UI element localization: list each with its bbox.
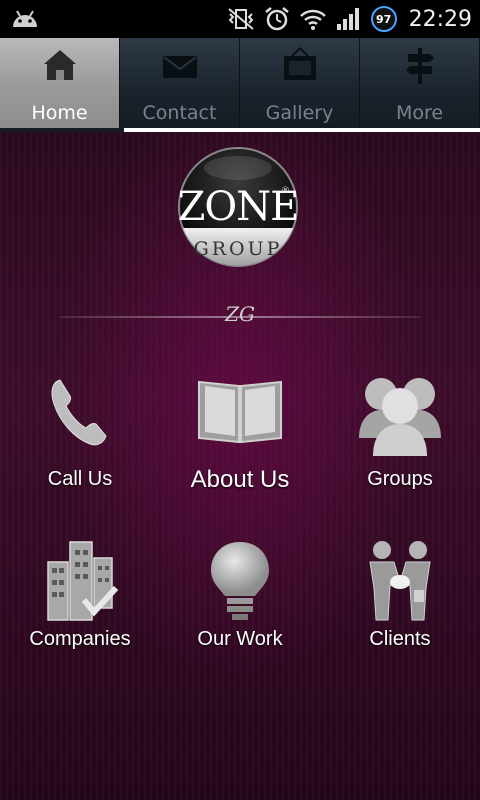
tab-gallery-label: Gallery	[265, 102, 334, 124]
buildings-check-icon	[47, 541, 119, 621]
zg-monogram: ZG	[225, 302, 255, 326]
clients-button[interactable]: Clients	[320, 538, 480, 651]
tab-contact[interactable]: Contact	[120, 38, 240, 128]
tab-gallery[interactable]: Gallery	[240, 38, 360, 128]
zone-group-logo: ZONE ® GROUP	[177, 146, 299, 268]
tab-more[interactable]: More	[360, 38, 480, 128]
logo-text-group: GROUP	[193, 238, 283, 260]
tab-contact-label: Contact	[142, 102, 217, 124]
wifi-icon	[299, 9, 326, 30]
about-us-label: About Us	[190, 466, 290, 493]
status-bar: 97 22:29	[0, 0, 480, 38]
home-screen: ZONE ® GROUP ZG Call Us About Us Groups	[0, 132, 480, 800]
phone-icon	[51, 379, 107, 446]
vibrate-mute-icon	[227, 8, 254, 30]
book-icon	[198, 380, 282, 444]
call-us-button[interactable]: Call Us	[0, 372, 160, 491]
battery-level: 97	[375, 12, 392, 26]
logo-registered-mark: ®	[281, 186, 290, 196]
groups-label: Groups	[367, 468, 433, 490]
handshake-icon	[369, 541, 431, 621]
tab-home-label: Home	[31, 102, 88, 124]
status-clock: 22:29	[408, 6, 472, 32]
signal-icon	[336, 8, 359, 30]
companies-button[interactable]: Companies	[0, 538, 160, 651]
clients-label: Clients	[369, 628, 431, 650]
call-us-label: Call Us	[47, 468, 113, 490]
picture-frame-icon	[283, 47, 316, 80]
envelope-icon	[162, 56, 197, 78]
groups-button[interactable]: Groups	[320, 372, 480, 491]
signpost-icon	[405, 48, 434, 84]
home-icon	[43, 50, 76, 80]
companies-label: Companies	[29, 628, 131, 650]
our-work-label: Our Work	[197, 628, 283, 650]
people-group-icon	[359, 378, 441, 456]
tab-bar: Home Contact Gallery More	[0, 38, 480, 132]
tab-more-label: More	[395, 102, 444, 124]
android-icon	[13, 10, 37, 27]
alarm-icon	[264, 7, 289, 31]
lightbulb-icon	[211, 542, 269, 620]
tab-home[interactable]: Home	[0, 38, 120, 128]
our-work-button[interactable]: Our Work	[160, 538, 320, 651]
battery-icon: 97	[370, 6, 397, 32]
about-us-button[interactable]: About Us	[160, 372, 320, 494]
